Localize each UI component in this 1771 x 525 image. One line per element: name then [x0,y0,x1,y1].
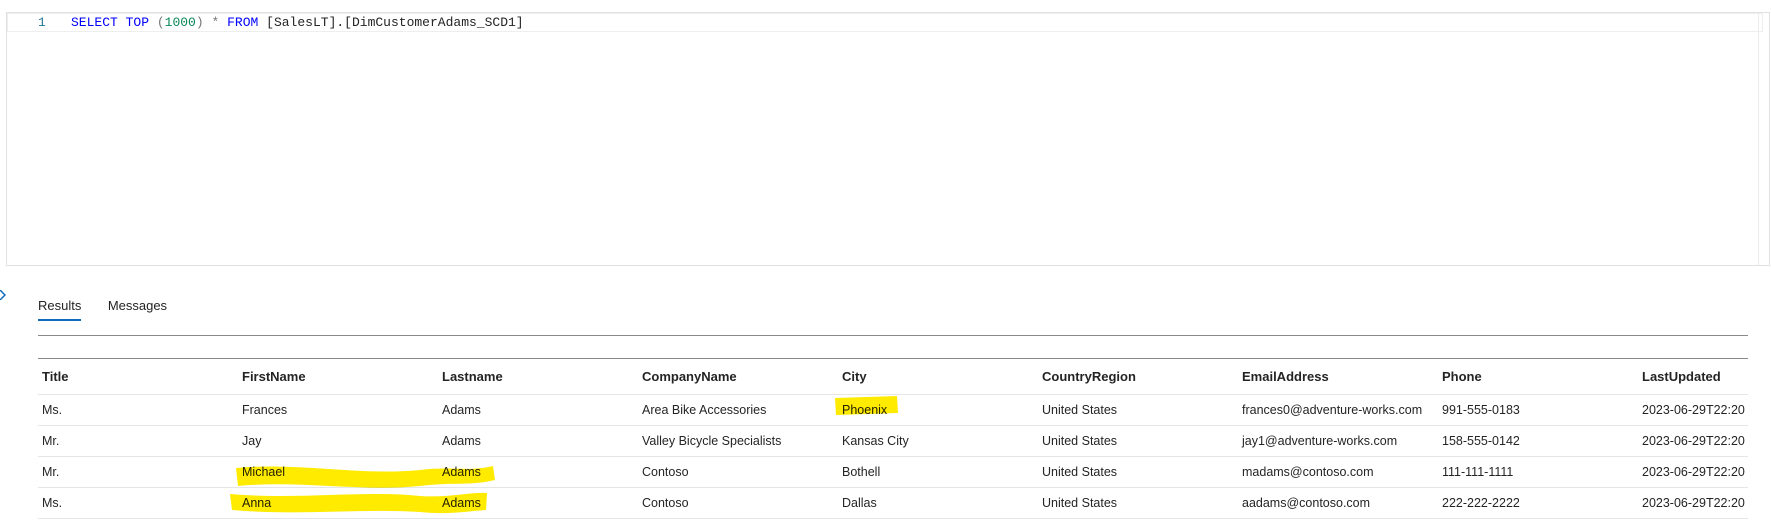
cell-lastupdated[interactable]: 2023-06-29T22:20 [1638,395,1748,425]
query-text[interactable]: SELECT TOP (1000) * FROM [SalesLT].[DimC… [71,15,524,30]
editor-scrollbar[interactable] [1758,13,1769,265]
cell-countryregion[interactable]: United States [1038,488,1238,518]
keyword-top: TOP [125,15,150,30]
keyword-select: SELECT [71,15,118,30]
cell-title[interactable]: Ms. [38,395,238,425]
cell-emailaddress[interactable]: jay1@adventure-works.com [1238,426,1438,456]
column-header-lastname[interactable]: Lastname [438,359,638,394]
cell-title[interactable]: Mr. [38,426,238,456]
column-header-companyname[interactable]: CompanyName [638,359,838,394]
cell-firstname[interactable]: Jay [238,426,438,456]
cell-city[interactable]: Bothell [838,457,1038,487]
table-row[interactable]: Ms. Frances Adams Area Bike Accessories … [38,395,1748,426]
column-header-city[interactable]: City [838,359,1038,394]
cell-city[interactable]: Kansas City [838,426,1038,456]
column-header-phone[interactable]: Phone [1438,359,1638,394]
cell-title[interactable]: Mr. [38,457,238,487]
column-header-title[interactable]: Title [38,359,238,394]
cell-emailaddress[interactable]: aadams@contoso.com [1238,488,1438,518]
cell-lastname[interactable]: Adams [438,457,638,487]
cell-emailaddress[interactable]: frances0@adventure-works.com [1238,395,1438,425]
cell-lastupdated[interactable]: 2023-06-29T22:20 [1638,488,1748,518]
cell-phone[interactable]: 222-222-2222 [1438,488,1638,518]
cell-companyname[interactable]: Contoso [638,488,838,518]
column-header-firstname[interactable]: FirstName [238,359,438,394]
keyword-from: FROM [227,15,259,30]
line-number: 1 [38,15,46,30]
chevron-right-icon[interactable] [0,290,6,300]
results-grid: Title FirstName Lastname CompanyName Cit… [38,358,1748,519]
cell-lastname[interactable]: Adams [438,426,638,456]
cell-companyname[interactable]: Valley Bicycle Specialists [638,426,838,456]
cell-countryregion[interactable]: United States [1038,395,1238,425]
cell-firstname[interactable]: Anna [238,488,438,518]
column-header-emailaddress[interactable]: EmailAddress [1238,359,1438,394]
tabs-divider [38,335,1748,336]
cell-lastname[interactable]: Adams [438,488,638,518]
cell-phone[interactable]: 111-111-1111 [1438,457,1638,487]
cell-lastupdated[interactable]: 2023-06-29T22:20 [1638,426,1748,456]
tab-messages[interactable]: Messages [108,290,167,321]
table-row[interactable]: Mr. Jay Adams Valley Bicycle Specialists… [38,426,1748,457]
paren-open: ( [156,15,165,30]
cell-countryregion[interactable]: United States [1038,457,1238,487]
table-row[interactable]: Mr. Michael Adams Contoso Bothell United… [38,457,1748,488]
table-name: [SalesLT].[DimCustomerAdams_SCD1] [266,15,524,30]
query-editor[interactable]: 1 SELECT TOP (1000) * FROM [SalesLT].[Di… [6,12,1770,266]
cell-phone[interactable]: 158-555-0142 [1438,426,1638,456]
cell-companyname[interactable]: Contoso [638,457,838,487]
column-header-countryregion[interactable]: CountryRegion [1038,359,1238,394]
cell-city[interactable]: Dallas [838,488,1038,518]
table-row[interactable]: Ms. Anna Adams Contoso Dallas United Sta… [38,488,1748,519]
cell-countryregion[interactable]: United States [1038,426,1238,456]
cell-phone[interactable]: 991-555-0183 [1438,395,1638,425]
grid-header-row: Title FirstName Lastname CompanyName Cit… [38,359,1748,395]
cell-lastname[interactable]: Adams [438,395,638,425]
cell-city[interactable]: Phoenix [838,395,1038,425]
cell-lastupdated[interactable]: 2023-06-29T22:20 [1638,457,1748,487]
cell-emailaddress[interactable]: madams@contoso.com [1238,457,1438,487]
column-header-lastupdated[interactable]: LastUpdated [1638,359,1748,394]
paren-close: ) [195,15,204,30]
star-operator: * [211,15,220,30]
cell-companyname[interactable]: Area Bike Accessories [638,395,838,425]
results-tabs: Results Messages [38,290,189,321]
tab-results[interactable]: Results [38,290,82,321]
cell-firstname[interactable]: Frances [238,395,438,425]
row-limit: 1000 [164,15,196,30]
cell-title[interactable]: Ms. [38,488,238,518]
sql-query-window: 1 SELECT TOP (1000) * FROM [SalesLT].[Di… [0,0,1771,525]
cell-firstname[interactable]: Michael [238,457,438,487]
